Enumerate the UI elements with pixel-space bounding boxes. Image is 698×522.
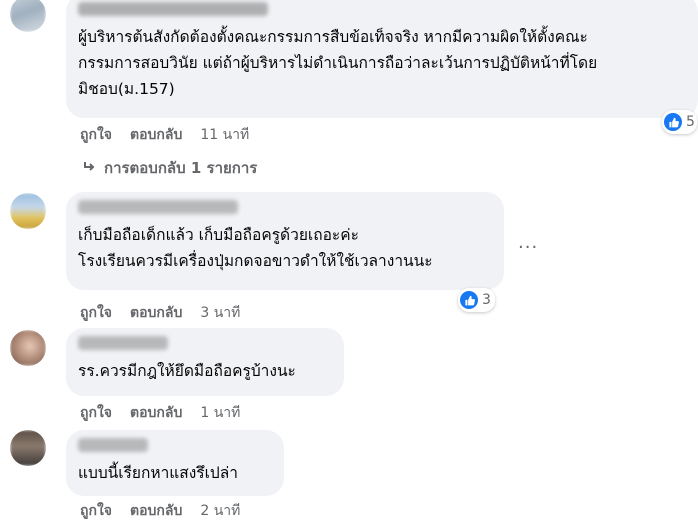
like-button[interactable]: ถูกใจ xyxy=(80,124,112,146)
like-button[interactable]: ถูกใจ xyxy=(80,302,112,324)
timestamp[interactable]: 11 นาที xyxy=(200,124,249,146)
comment-actions: ถูกใจ ตอบกลับ 3 นาที xyxy=(80,302,240,324)
comment-text: แบบนี้เรียกหาแสงรึเปล่า xyxy=(78,464,238,482)
like-button[interactable]: ถูกใจ xyxy=(80,500,112,522)
comment-text: รร.ควรมีกฎให้ยึดมือถือครูบ้างนะ xyxy=(78,362,296,380)
comment-text: ผู้บริหารต้นสังกัดต้องตั้งคณะกรรมการสืบข… xyxy=(78,28,598,98)
avatar[interactable] xyxy=(10,330,46,366)
author-name[interactable] xyxy=(78,200,238,214)
more-options-icon[interactable]: ... xyxy=(518,232,538,253)
reaction-badge[interactable]: 5 xyxy=(662,110,697,134)
like-button[interactable]: ถูกใจ xyxy=(80,402,112,424)
reply-button[interactable]: ตอบกลับ xyxy=(130,124,182,146)
timestamp[interactable]: 3 นาที xyxy=(200,302,240,324)
avatar[interactable] xyxy=(10,193,46,229)
reaction-count: 5 xyxy=(686,114,695,130)
reaction-badge[interactable]: 3 xyxy=(458,288,495,312)
reply-button[interactable]: ตอบกลับ xyxy=(130,302,182,324)
comment-bubble: รร.ควรมีกฎให้ยึดมือถือครูบ้างนะ xyxy=(66,328,344,396)
reply-arrow-icon xyxy=(82,159,96,177)
reaction-count: 3 xyxy=(482,292,491,308)
timestamp[interactable]: 1 นาที xyxy=(200,402,240,424)
author-name[interactable] xyxy=(78,336,168,350)
author-name[interactable] xyxy=(78,438,148,452)
comment-bubble: เก็บมือถือเด็กแล้ว เก็บมือถือครูด้วยเถอะ… xyxy=(66,192,504,290)
comment-bubble: ผู้บริหารต้นสังกัดต้องตั้งคณะกรรมการสืบข… xyxy=(66,0,698,118)
replies-label: การตอบกลับ 1 รายการ xyxy=(104,159,258,177)
avatar[interactable] xyxy=(10,0,46,32)
thumbs-up-icon xyxy=(460,291,478,309)
reply-button[interactable]: ตอบกลับ xyxy=(130,500,182,522)
timestamp[interactable]: 2 นาที xyxy=(200,500,240,522)
comment-bubble: แบบนี้เรียกหาแสงรึเปล่า xyxy=(66,430,284,496)
view-replies-link[interactable]: การตอบกลับ 1 รายการ xyxy=(82,156,257,180)
comment-actions: ถูกใจ ตอบกลับ 1 นาที xyxy=(80,402,240,424)
comment-actions: ถูกใจ ตอบกลับ 2 นาที xyxy=(80,500,240,522)
author-name[interactable] xyxy=(78,2,268,16)
avatar[interactable] xyxy=(10,430,46,466)
thumbs-up-icon xyxy=(664,113,682,131)
reply-button[interactable]: ตอบกลับ xyxy=(130,402,182,424)
comment-actions: ถูกใจ ตอบกลับ 11 นาที xyxy=(80,124,249,146)
comment-text: เก็บมือถือเด็กแล้ว เก็บมือถือครูด้วยเถอะ… xyxy=(78,226,433,270)
